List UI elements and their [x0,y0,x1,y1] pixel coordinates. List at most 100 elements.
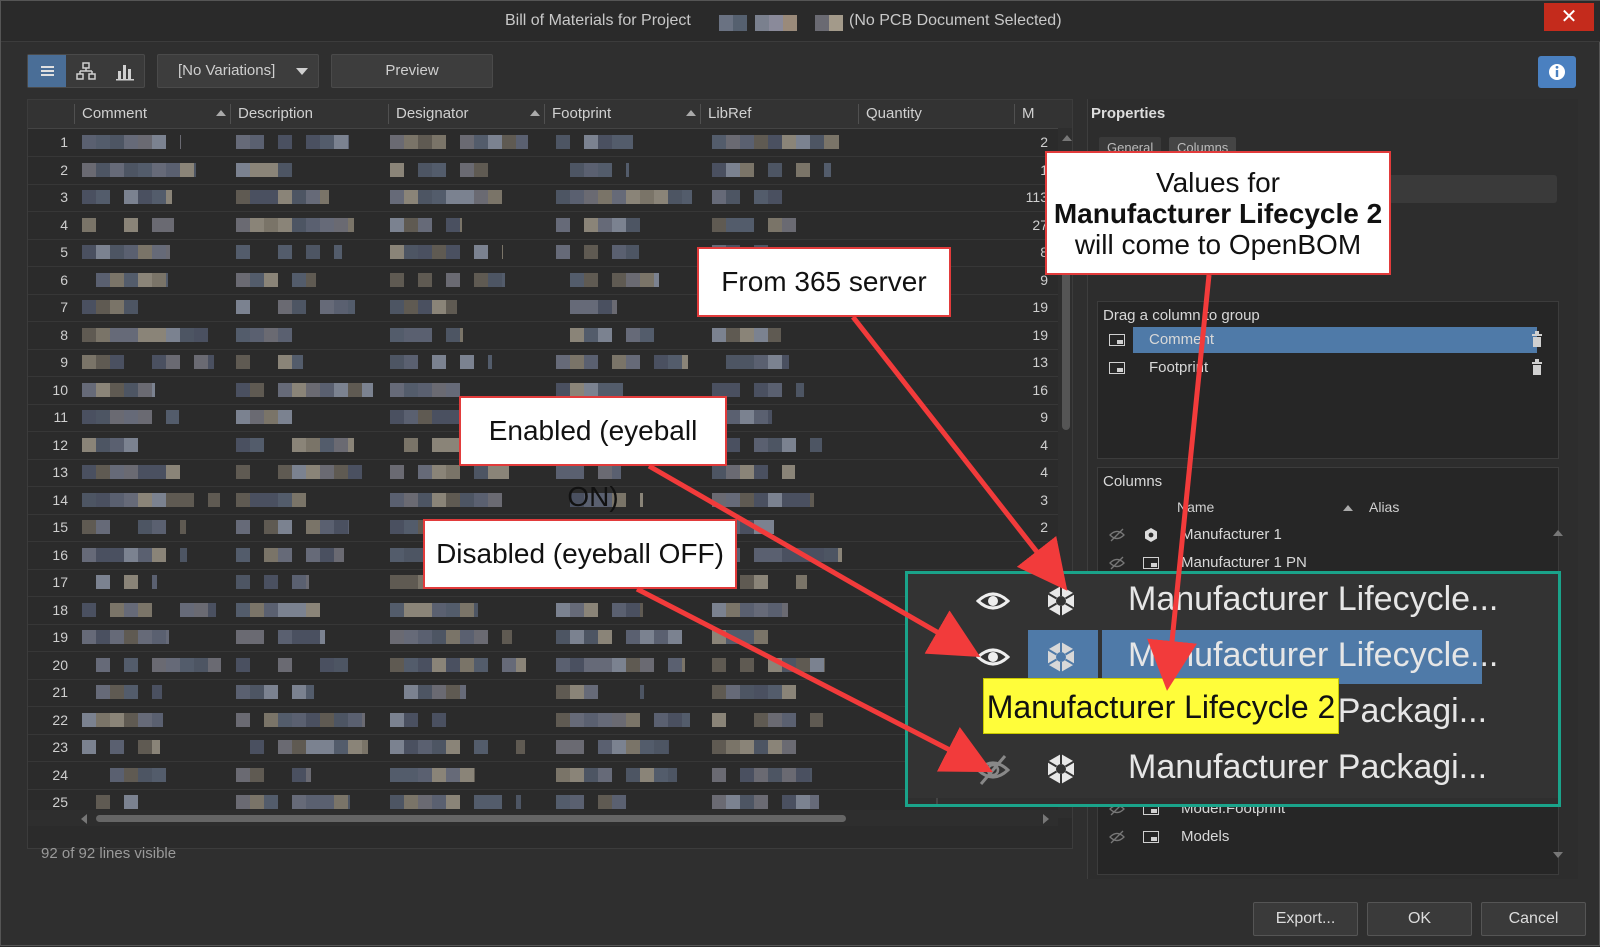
scroll-left-icon[interactable] [80,814,88,824]
group-item-footprint[interactable]: Footprint [1101,355,1557,381]
preview-button[interactable]: Preview [331,54,493,88]
zoom-row-lifecycle-1[interactable]: Manufacturer Lifecycle... [908,574,1558,630]
redacted-cell [712,492,814,507]
zoom-row-packaging-2[interactable]: Manufacturer Packagi... [908,742,1558,798]
quantity-cell: 19 [1032,326,1048,343]
eye-icon[interactable] [976,642,1010,672]
chevron-down-icon [296,68,308,75]
info-button[interactable] [1538,56,1576,88]
redacted-cell [556,767,677,782]
redacted-cell [82,135,181,149]
project-name-blur-2 [815,15,843,31]
sort-ascending-icon [1343,505,1353,511]
eye-off-icon[interactable] [1109,528,1125,542]
list-view-button[interactable] [28,55,66,87]
close-button[interactable]: ✕ [1544,3,1594,31]
cancel-button[interactable]: Cancel [1481,902,1586,936]
trash-icon[interactable] [1531,359,1543,375]
scroll-right-icon[interactable] [1042,814,1050,824]
ok-button[interactable]: OK [1367,902,1472,936]
callout-values-line1: Values for [1156,167,1280,198]
table-row[interactable]: 18 [28,596,1058,625]
quantity-cell: 13 [1032,354,1048,370]
redacted-cell [236,767,311,782]
redacted-cell [82,245,170,259]
column-header-designator[interactable]: Designator [396,105,469,122]
redacted-cell [390,190,502,204]
row-number: 11 [53,409,68,425]
table-row[interactable]: 9 13 [28,348,1058,377]
horizontal-scroll-thumb[interactable] [96,815,846,822]
vertical-scroll-thumb[interactable] [1062,250,1070,430]
row-number: 3 [60,189,68,205]
column-header-description[interactable]: Description [238,105,313,122]
sort-ascending-icon [686,110,696,116]
document-icon [1109,362,1125,374]
eye-off-icon[interactable] [976,754,1010,786]
redacted-cell [556,382,623,397]
redacted-cell [390,272,505,287]
redacted-cell [556,245,639,259]
redacted-cell [82,327,208,342]
table-row[interactable]: 22 [28,706,1058,735]
redacted-cell [110,767,166,782]
group-item-comment[interactable]: Comment [1101,327,1557,353]
scroll-down-icon[interactable] [1553,851,1563,859]
column-item-manufacturer-1[interactable]: Manufacturer 1 [1101,521,1541,549]
table-row[interactable]: 23 [28,733,1058,762]
row-number: 16 [52,546,68,563]
redacted-cell [712,135,839,149]
redacted-cell [390,135,528,149]
table-row[interactable]: 21 [28,156,1058,185]
table-row[interactable]: 24 [28,761,1058,790]
redacted-cell [390,767,475,782]
column-separator [858,104,859,124]
table-row[interactable]: 8 19 [28,321,1058,350]
redacted-cell [390,355,492,369]
columns-header-name[interactable]: Name [1177,499,1214,515]
tree-view-button[interactable] [67,55,105,87]
quantity-cell: 16 [1032,381,1048,398]
group-item-label: Comment [1149,331,1215,348]
redacted-cell [236,135,349,149]
row-number: 9 [60,354,68,370]
column-header-quantity[interactable]: Quantity [866,105,922,122]
table-row[interactable]: 4 27 [28,211,1058,240]
variations-dropdown[interactable]: [No Variations] [157,54,319,88]
trash-icon[interactable] [1531,331,1543,347]
scroll-up-icon[interactable] [1553,529,1563,537]
column-header-libref[interactable]: LibRef [708,105,751,122]
sort-ascending-icon [530,110,540,116]
redacted-cell [570,327,654,342]
eye-off-icon[interactable] [1109,556,1125,570]
redacted-cell [82,355,214,369]
view-mode-group [27,54,145,88]
columns-header-alias[interactable]: Alias [1369,499,1399,515]
redacted-cell [236,575,309,589]
column-header-footprint[interactable]: Footprint [552,105,611,122]
table-row[interactable]: 20 [28,651,1058,680]
export-button[interactable]: Export... [1253,902,1358,936]
table-row[interactable]: 3 113 [28,183,1058,212]
scroll-up-icon[interactable] [1062,134,1072,142]
redacted-cell [712,190,782,204]
column-separator [230,104,231,124]
redacted-cell [236,712,365,727]
table-row[interactable]: 12 [28,128,1058,157]
column-item-models[interactable]: Models [1101,823,1541,851]
eye-icon[interactable] [976,586,1010,616]
info-icon [1549,64,1565,80]
column-header-manufacturer[interactable]: M [1022,105,1035,122]
row-number: 2 [60,161,68,178]
column-header-comment[interactable]: Comment [82,105,147,122]
callout-enabled: Enabled (eyeball ON) [459,396,727,512]
eye-off-icon[interactable] [1109,830,1125,844]
table-row[interactable]: 19 [28,623,1058,652]
quantity-cell: 4 [1040,464,1048,480]
chart-view-button[interactable] [106,55,144,87]
callout-disabled: Disabled (eyeball OFF) [423,519,737,589]
table-row[interactable]: 14 3 [28,486,1058,515]
zoom-row-label: Manufacturer Lifecycle... [1128,580,1499,618]
table-row[interactable]: 21 [28,678,1058,707]
redacted-cell [404,685,466,699]
